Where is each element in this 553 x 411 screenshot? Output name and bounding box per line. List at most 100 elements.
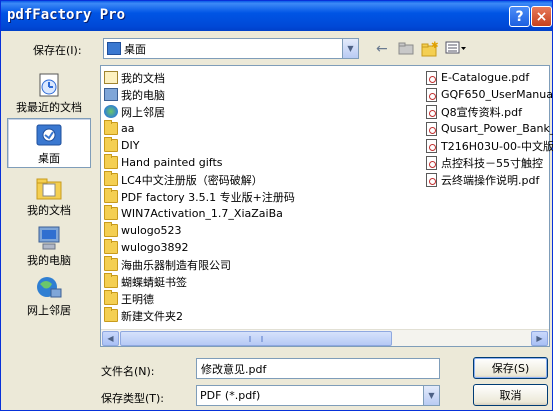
pdf-file-icon (426, 138, 437, 153)
place-desktop[interactable]: 桌面 (7, 118, 91, 168)
place-my-computer[interactable]: 我的电脑 (7, 221, 91, 271)
file-name: PDF factory 3.5.1 专业版+注册码 (121, 190, 295, 204)
documents-icon (104, 71, 118, 84)
list-item[interactable]: 新建文件夹2 (104, 307, 295, 324)
view-menu-icon[interactable] (445, 41, 467, 59)
network-places-icon (33, 274, 65, 302)
file-name: 新建文件夹2 (121, 309, 183, 323)
save-button[interactable]: 保存(S) (473, 357, 548, 379)
list-item[interactable]: LC4中文注册版（密码破解） (104, 171, 295, 188)
list-item[interactable]: 蝴蝶蜻蜓书签 (104, 273, 295, 290)
place-network-places[interactable]: 网上邻居 (7, 271, 91, 321)
folder-icon (104, 137, 118, 152)
place-label: 我的电脑 (27, 254, 71, 267)
file-name: WIN7Activation_1.7_XiaZaiBa (121, 207, 283, 220)
network-icon (104, 105, 118, 118)
file-name: Hand painted gifts (121, 156, 223, 169)
chevron-down-icon[interactable]: ▼ (423, 386, 439, 405)
list-item[interactable]: wulogo3892 (104, 239, 295, 256)
file-list[interactable]: 我的文档我的电脑 网上邻居 aa DIY Hand painted gifts LC4中文… (100, 65, 553, 347)
list-item[interactable]: 网上邻居 (104, 103, 295, 120)
desktop-small-icon (107, 42, 121, 55)
folder-icon (104, 307, 118, 322)
file-name: GQF650_UserManual_ (441, 88, 553, 101)
list-item[interactable]: DIY (104, 137, 295, 154)
list-item[interactable]: 云终端操作说明.pdf (425, 171, 553, 188)
folder-icon (104, 154, 118, 169)
folder-icon (104, 205, 118, 220)
list-item[interactable]: Q8宣传资料.pdf (425, 103, 553, 120)
list-item[interactable]: Qusart_Power_Bank_ (425, 120, 553, 137)
file-name: Qusart_Power_Bank_ (441, 122, 553, 135)
file-column-1: 我的文档我的电脑 网上邻居 aa DIY Hand painted gifts LC4中文… (104, 69, 295, 324)
list-item[interactable]: PDF factory 3.5.1 专业版+注册码 (104, 188, 295, 205)
scroll-thumb[interactable] (120, 331, 392, 346)
computer-icon (104, 88, 118, 101)
folder-icon (104, 188, 118, 203)
folder-icon (104, 120, 118, 135)
place-label: 网上邻居 (27, 304, 71, 317)
scroll-left-icon[interactable]: ◀ (102, 331, 119, 346)
place-label: 桌面 (38, 152, 60, 165)
scroll-right-icon[interactable]: ▶ (531, 331, 548, 346)
file-name: wulogo523 (121, 224, 182, 237)
list-item[interactable]: 我的文档 (104, 69, 295, 86)
list-item[interactable]: WIN7Activation_1.7_XiaZaiBa (104, 205, 295, 222)
pdf-file-icon (426, 104, 437, 119)
folder-icon (104, 222, 118, 237)
place-recent-documents[interactable]: 我最近的文档 (7, 68, 91, 118)
title-bar[interactable]: pdfFactory Pro ? × (1, 1, 552, 31)
save-in-label: 保存在(I): (33, 44, 82, 57)
file-name: E-Catalogue.pdf (441, 71, 530, 84)
place-label: 我最近的文档 (16, 101, 82, 114)
pdf-file-icon (426, 155, 437, 170)
file-name: DIY (121, 139, 140, 152)
folder-icon (104, 273, 118, 288)
cancel-button[interactable]: 取消 (473, 384, 548, 406)
list-item[interactable]: 点控科技－55寸触控 (425, 154, 553, 171)
file-name: 点控科技－55寸触控 (441, 156, 543, 170)
save-in-dropdown[interactable]: 桌面 ▼ (103, 38, 359, 59)
file-name: wulogo3892 (121, 241, 189, 254)
list-item[interactable]: 我的电脑 (104, 86, 295, 103)
save-in-value: 桌面 (124, 42, 146, 56)
list-item[interactable]: aa (104, 120, 295, 137)
filetype-label: 保存类型(T): (101, 392, 165, 405)
list-item[interactable]: 海曲乐器制造有限公司 (104, 256, 295, 273)
file-name: 王明德 (121, 292, 154, 306)
filename-label: 文件名(N): (101, 365, 155, 378)
file-name: 海曲乐器制造有限公司 (121, 258, 231, 272)
close-button[interactable]: × (531, 6, 552, 27)
folder-icon (104, 239, 118, 254)
file-name: 云终端操作说明.pdf (441, 173, 540, 187)
chevron-down-icon[interactable]: ▼ (342, 39, 358, 58)
folder-icon (104, 171, 118, 186)
horizontal-scrollbar[interactable]: ◀ ▶ (101, 329, 549, 346)
list-item[interactable]: GQF650_UserManual_ (425, 86, 553, 103)
list-item[interactable]: T216H03U-00-中文版 (425, 137, 553, 154)
filetype-dropdown[interactable]: PDF (*.pdf) ▼ (196, 385, 440, 406)
file-name: LC4中文注册版（密码破解） (121, 173, 263, 187)
pdf-file-icon (426, 121, 437, 136)
filetype-value: PDF (*.pdf) (200, 389, 261, 402)
svg-text:✱: ✱ (431, 41, 439, 51)
save-dialog: pdfFactory Pro ? × 保存在(I): 桌面 ▼ ← ✱ 我最近的… (0, 0, 553, 411)
desktop-icon (33, 122, 65, 150)
file-name: 我的电脑 (121, 88, 165, 102)
up-folder-icon[interactable] (398, 41, 414, 59)
list-item[interactable]: 王明德 (104, 290, 295, 307)
list-item[interactable]: wulogo523 (104, 222, 295, 239)
filename-input[interactable]: 修改意见.pdf (196, 358, 440, 379)
place-my-documents[interactable]: 我的文档 (7, 171, 91, 221)
my-computer-icon (33, 224, 65, 252)
my-documents-icon (33, 174, 65, 202)
file-column-2: E-Catalogue.pdf GQF650_UserManual_ Q8宣传资料.… (425, 69, 553, 188)
new-folder-icon[interactable]: ✱ (421, 41, 439, 61)
window-title: pdfFactory Pro (7, 7, 126, 23)
list-item[interactable]: Hand painted gifts (104, 154, 295, 171)
list-item[interactable]: E-Catalogue.pdf (425, 69, 553, 86)
back-arrow-icon[interactable]: ← (376, 41, 388, 57)
help-button[interactable]: ? (509, 6, 530, 27)
places-bar: 我最近的文档 桌面 我的文档 我的电脑 网上邻居 (7, 66, 91, 346)
pdf-file-icon (426, 87, 437, 102)
